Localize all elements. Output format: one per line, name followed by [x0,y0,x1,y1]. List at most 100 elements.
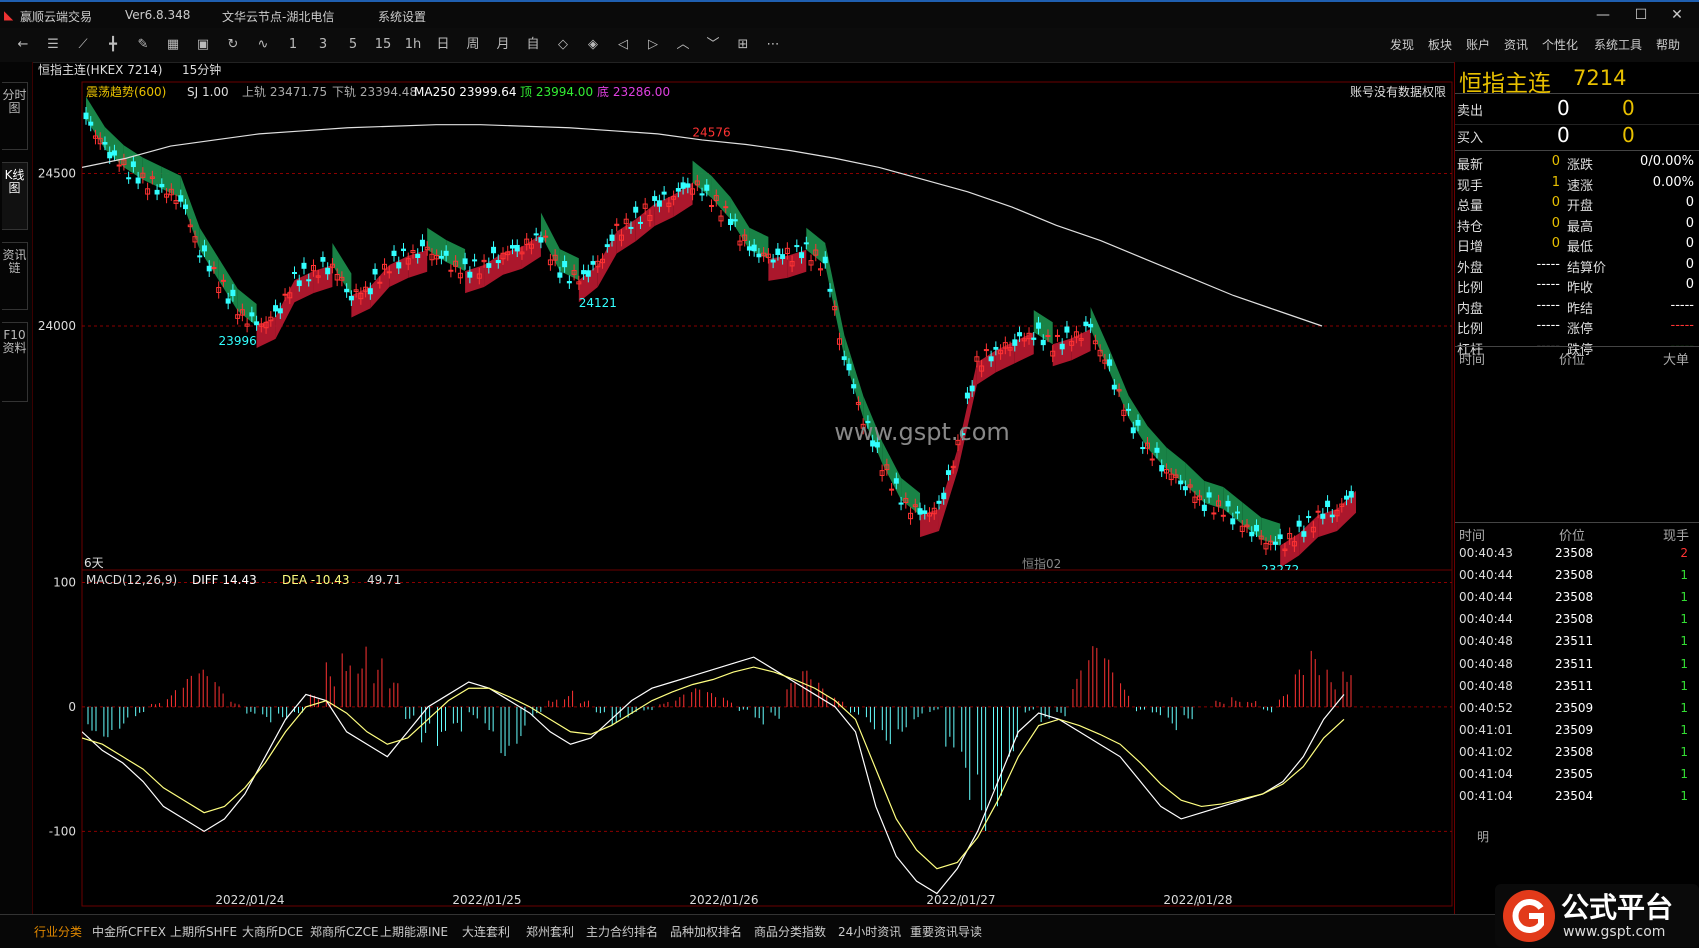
stat-label: 涨跌 [1567,158,1594,173]
period-day[interactable]: 日 [432,35,454,55]
period-3m[interactable]: 3 [312,35,334,55]
candle-icon[interactable]: ╋ [102,35,124,55]
bottom-tab[interactable]: 24小时资讯 [838,923,901,940]
menu-discover[interactable]: 发现 [1390,36,1414,53]
quote-code: 7214 [1573,66,1627,90]
sell-row[interactable]: 卖出 0 0 [1455,96,1699,122]
tick-vol: 1 [1680,789,1688,804]
candle-body [656,200,662,207]
candle-body [178,195,184,202]
bottom-tab[interactable]: 郑州套利 [526,923,574,940]
period-month[interactable]: 月 [492,35,514,55]
node-label[interactable]: 文华云节点-湖北电信 [222,8,334,25]
grid-icon[interactable]: ⊞ [732,35,754,55]
down-icon[interactable]: ﹀ [702,35,724,55]
price-annotation: 24576 [692,125,730,139]
period-15m[interactable]: 15 [372,35,394,55]
period-1h[interactable]: 1h [402,35,424,55]
bottom-tab[interactable]: 主力合约排名 [586,923,658,940]
buy-volume: 0 [1622,123,1635,147]
tick-row: 00:40:48 23511 1 [1455,630,1699,654]
expand-icon[interactable]: ◈ [582,35,604,55]
macd-value: 49.71 [367,573,401,587]
bottom-tab[interactable]: 上期能源INE [380,923,448,940]
bottom-tab[interactable]: 上期所SHFE [170,923,237,940]
right-icon[interactable]: ▷ [642,35,664,55]
tick-list[interactable]: 00:40:43 23508 2 00:40:44 23508 1 00:40:44 2350… [1455,542,1699,832]
candle-body [661,191,667,195]
trend-ribbon [844,334,864,418]
system-settings-menu[interactable]: 系统设置 [378,8,426,25]
candle-body [675,188,681,192]
bottom-tab[interactable]: 商品分类指数 [754,923,826,940]
indicator-name[interactable]: 震荡趋势(600) [86,85,166,99]
more-icon[interactable]: ⋯ [762,35,784,55]
menu-system-tools[interactable]: 系统工具 [1594,36,1642,53]
save-icon[interactable]: ▣ [192,35,214,55]
candle-body [1126,408,1132,411]
candle-body [1040,339,1046,346]
bottom-tab[interactable]: 行业分类 [34,923,82,940]
tab-f10[interactable]: F10资料 [2,322,28,402]
menu-sector[interactable]: 板块 [1428,36,1452,53]
bottom-tab[interactable]: 重要资讯导读 [910,923,982,940]
tick-vol: 2 [1680,546,1688,560]
upper-band: 上轨 23471.75 [242,85,327,99]
candle-body [183,204,189,210]
bottom-tab[interactable]: 郑商所CZCE [310,923,379,940]
candle-body [1225,500,1231,507]
menu-help[interactable]: 帮助 [1656,36,1680,53]
big-price-header: 价位 [1559,353,1586,368]
tab-news-chain[interactable]: 资讯链 [2,242,28,310]
detail-button[interactable]: 明 [1477,828,1489,845]
trend-ribbon [1318,509,1338,538]
refresh-icon[interactable]: ↻ [222,35,244,55]
candle-body [1235,511,1241,514]
left-icon[interactable]: ◁ [612,35,634,55]
line-icon[interactable]: ⟋ [72,35,94,55]
draw-icon[interactable]: ✎ [132,35,154,55]
candle-body [1083,321,1089,327]
menu-news[interactable]: 资讯 [1504,36,1528,53]
bottom-tab[interactable]: 大连套利 [462,923,510,940]
days-label: 6天 [84,556,104,570]
buy-row[interactable]: 买入 0 0 [1455,123,1699,149]
tick-row: 00:41:04 23505 1 [1455,763,1699,787]
indicator-icon[interactable]: ∿ [252,35,274,55]
tick-row: 00:40:52 23509 1 [1455,697,1699,721]
table-icon[interactable]: ▦ [162,35,184,55]
period-1m[interactable]: 1 [282,35,304,55]
menu-account[interactable]: 账户 [1466,36,1490,53]
menu-personalize[interactable]: 个性化 [1542,36,1578,53]
tab-kline[interactable]: K线图 [2,162,28,230]
bottom-tab[interactable]: 大商所DCE [242,923,303,940]
candle-body [211,267,217,270]
chart-area[interactable]: 23996241212327224576 24000245001000-1002… [32,62,1454,914]
stat-value: 0 [1551,236,1560,251]
tab-timeshare[interactable]: 分时图 [2,82,28,150]
stat-label: 日增 [1457,240,1484,255]
period-week[interactable]: 周 [462,35,484,55]
maximize-button[interactable]: ☐ [1628,5,1654,25]
minimize-button[interactable]: — [1590,5,1616,25]
candle-body [467,271,473,278]
macd-name[interactable]: MACD(12,26,9) [86,573,177,587]
list-icon[interactable]: ☰ [42,35,64,55]
period-selector[interactable]: 15分钟 [182,62,221,77]
back-icon[interactable]: ← [12,35,34,55]
stat-label: 结算价 [1567,260,1607,276]
period-5m[interactable]: 5 [342,35,364,55]
candle-body [197,255,203,258]
macd-diff: DIFF 14.43 [192,573,257,587]
period-custom[interactable]: 自 [522,35,544,55]
up-icon[interactable]: ︿ [672,35,694,55]
close-button[interactable]: ✕ [1664,5,1690,25]
y-tick-label: 24500 [38,167,76,181]
bottom-tab[interactable]: 中金所CFFEX [92,923,166,940]
macd-chart-layer [82,581,1452,895]
symbol-label[interactable]: 恒指主连(HKEX 7214) [38,62,162,77]
bottom-tab[interactable]: 品种加权排名 [670,923,742,940]
shrink-icon[interactable]: ◇ [552,35,574,55]
candle-body [1154,447,1160,453]
stat-value: ----- [1670,318,1694,333]
